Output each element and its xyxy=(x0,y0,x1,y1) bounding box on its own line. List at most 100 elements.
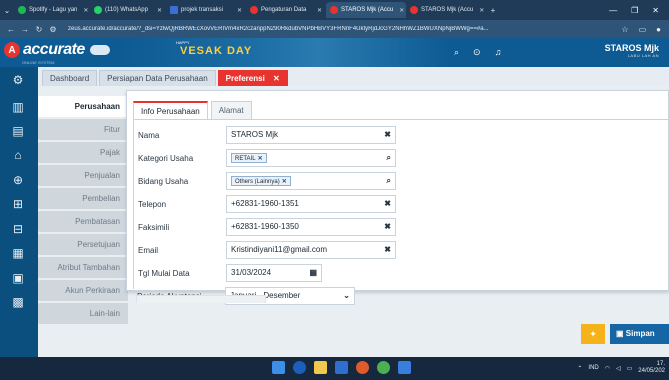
browser-tab[interactable]: STAROS Mjk (Accu ✕ xyxy=(406,2,486,18)
lightbulb-button[interactable]: ✦ xyxy=(581,324,605,344)
bidang-tag[interactable]: Others (Lainnya) ✕ xyxy=(231,176,291,186)
profile-icon[interactable]: ● xyxy=(656,25,661,34)
kategori-tag[interactable]: RETAIL ✕ xyxy=(231,153,267,163)
close-icon[interactable]: ✕ xyxy=(154,7,162,14)
tab-info-perusahaan[interactable]: Info Perusahaan xyxy=(133,101,208,119)
url-input[interactable]: zeus.accurate.id/accurate/?_dsi=YzlwQjRB… xyxy=(68,26,621,32)
remove-tag-icon[interactable]: ✕ xyxy=(258,156,263,162)
form-row-telepon: Telepon +62831-1960-1351 ✖ xyxy=(134,195,668,215)
browser-tab[interactable]: Pengaturan Data ✕ xyxy=(246,2,326,18)
menu-akun-perkiraan[interactable]: Akun Perkiraan xyxy=(38,280,128,301)
tray-chevron-icon[interactable]: ⌃ xyxy=(577,365,582,372)
close-icon[interactable]: ✕ xyxy=(476,7,484,14)
search-icon[interactable]: ⌕ xyxy=(387,150,391,166)
menu-atribut-tambahan[interactable]: Atribut Tambahan xyxy=(38,257,128,278)
windows-start-icon[interactable] xyxy=(272,361,285,374)
menu-pajak[interactable]: Pajak xyxy=(38,142,128,163)
browser-tab-label: projek transaksi xyxy=(181,7,224,13)
close-icon[interactable]: ✕ xyxy=(396,7,404,14)
bookmark-star-icon[interactable]: ☆ xyxy=(621,25,628,34)
new-tab-icon[interactable]: + xyxy=(486,6,500,15)
tgl-mulai-field[interactable]: 31/03/2024 ▦ xyxy=(226,264,322,282)
company-building-icon[interactable]: ▥ xyxy=(11,100,25,114)
menu-penjualan[interactable]: Penjualan xyxy=(38,165,128,186)
tab-alamat[interactable]: Alamat xyxy=(210,101,252,119)
maximize-icon[interactable]: ❐ xyxy=(631,6,638,15)
accurate-logo[interactable]: A accurate xyxy=(4,41,110,59)
kategori-field[interactable]: RETAIL ✕ ⌕ xyxy=(226,149,396,167)
purchase-icon[interactable]: ⊕ xyxy=(11,173,25,187)
bluetooth-icon[interactable] xyxy=(293,361,306,374)
help-icon[interactable]: ⊙ xyxy=(473,47,481,58)
lightbulb-icon: ✦ xyxy=(589,329,597,339)
form-row-bidang: Bidang Usaha Others (Lainnya) ✕ ⌕ xyxy=(134,172,668,192)
forward-icon[interactable]: → xyxy=(18,25,32,34)
remove-tag-icon[interactable]: ✕ xyxy=(282,179,287,185)
menu-pembelian[interactable]: Pembelian xyxy=(38,188,128,209)
language-indicator[interactable]: IND xyxy=(588,365,598,371)
close-tab-icon[interactable]: ✕ xyxy=(273,74,280,83)
sales-cart-icon[interactable]: ⊞ xyxy=(11,197,25,211)
clear-icon[interactable]: ✖ xyxy=(384,196,391,212)
notification-bell-icon[interactable]: ♫ xyxy=(495,47,502,58)
docs-icon xyxy=(170,6,178,14)
browser-tab[interactable]: (110) WhatsApp ✕ xyxy=(90,2,166,18)
calendar-icon[interactable]: ▦ xyxy=(309,265,317,281)
menu-persetujuan[interactable]: Persetujuan xyxy=(38,234,128,255)
wifi-icon[interactable]: ◠ xyxy=(605,365,610,372)
mail-icon[interactable] xyxy=(335,361,348,374)
browser-tab-active[interactable]: STAROS Mjk (Accu ✕ xyxy=(326,2,406,18)
module-rail: ⚙ ▥ ▤ ⌂ ⊕ ⊞ ⊟ ▦ ▣ ▩ xyxy=(0,67,38,357)
bank-icon[interactable]: ⌂ xyxy=(11,148,25,162)
clear-icon[interactable]: ✖ xyxy=(384,127,391,143)
file-explorer-icon[interactable] xyxy=(314,361,327,374)
company-role: LABU LAH AN xyxy=(627,53,659,58)
game-icon[interactable] xyxy=(356,361,369,374)
document-icon[interactable]: ▤ xyxy=(11,124,25,138)
tab-persiapan-data[interactable]: Persiapan Data Perusahaan xyxy=(99,70,216,86)
menu-fitur[interactable]: Fitur xyxy=(38,119,128,140)
close-icon[interactable]: ✕ xyxy=(80,7,88,14)
tab-dashboard[interactable]: Dashboard xyxy=(42,70,98,86)
fixed-asset-icon[interactable]: ▦ xyxy=(11,246,25,260)
reload-icon[interactable]: ↻ xyxy=(32,25,46,34)
close-icon[interactable]: ✕ xyxy=(314,7,322,14)
menu-perusahaan[interactable]: Perusahaan xyxy=(38,96,128,117)
clear-icon[interactable]: ✖ xyxy=(384,219,391,235)
back-icon[interactable]: ← xyxy=(4,25,18,34)
close-window-icon[interactable]: ✕ xyxy=(652,6,659,15)
inventory-icon[interactable]: ⊟ xyxy=(11,222,25,236)
minimize-icon[interactable]: — xyxy=(609,6,617,15)
battery-icon[interactable]: ▭ xyxy=(627,365,633,372)
site-info-icon[interactable]: ⚙ xyxy=(46,25,60,34)
bidang-field[interactable]: Others (Lainnya) ✕ ⌕ xyxy=(226,172,396,190)
browser-tab[interactable]: projek transaksi ✕ xyxy=(166,2,246,18)
tgl-mulai-label: Tgl Mulai Data xyxy=(138,269,190,278)
faksimili-field[interactable]: +62831-1960-1350 ✖ xyxy=(226,218,396,236)
store-icon[interactable] xyxy=(398,361,411,374)
report-icon[interactable]: ▣ xyxy=(11,271,25,285)
company-switcher[interactable]: STAROS Mjk LABU LAH AN xyxy=(605,43,659,58)
holiday-banner: HAPPY VESAK DAY xyxy=(120,38,450,67)
volume-icon[interactable]: ◁ xyxy=(616,365,621,372)
settings-gear-icon[interactable]: ⚙ xyxy=(11,73,25,87)
clock[interactable]: 17. 24/05/202 xyxy=(638,361,665,375)
sidebar-icon[interactable]: ▭ xyxy=(639,25,647,34)
browser-tab[interactable]: Spotify - Lagu yan ✕ xyxy=(14,2,90,18)
chrome-icon[interactable] xyxy=(377,361,390,374)
telepon-field[interactable]: +62831-1960-1351 ✖ xyxy=(226,195,396,213)
logo-subtitle: ONLINE SYSTEM xyxy=(22,60,55,65)
save-button[interactable]: ▣ Simpan xyxy=(610,324,669,344)
clear-icon[interactable]: ✖ xyxy=(384,242,391,258)
nama-field[interactable]: STAROS Mjk ✖ xyxy=(226,126,396,144)
close-icon[interactable]: ✕ xyxy=(234,7,242,14)
email-field[interactable]: Kristindiyani11@gmail.com ✖ xyxy=(226,241,396,259)
tab-preferensi[interactable]: Preferensi ✕ xyxy=(217,70,288,86)
chevron-down-icon[interactable]: ⌄ xyxy=(343,288,350,304)
tab-list-icon[interactable]: ⌄ xyxy=(0,6,14,15)
search-icon[interactable]: ⌕ xyxy=(387,173,391,189)
search-icon[interactable]: ⌕ xyxy=(454,47,459,58)
ledger-icon[interactable]: ▩ xyxy=(11,295,25,309)
menu-pembatasan[interactable]: Pembatasan xyxy=(38,211,128,232)
menu-lain-lain[interactable]: Lain-lain xyxy=(38,303,128,324)
